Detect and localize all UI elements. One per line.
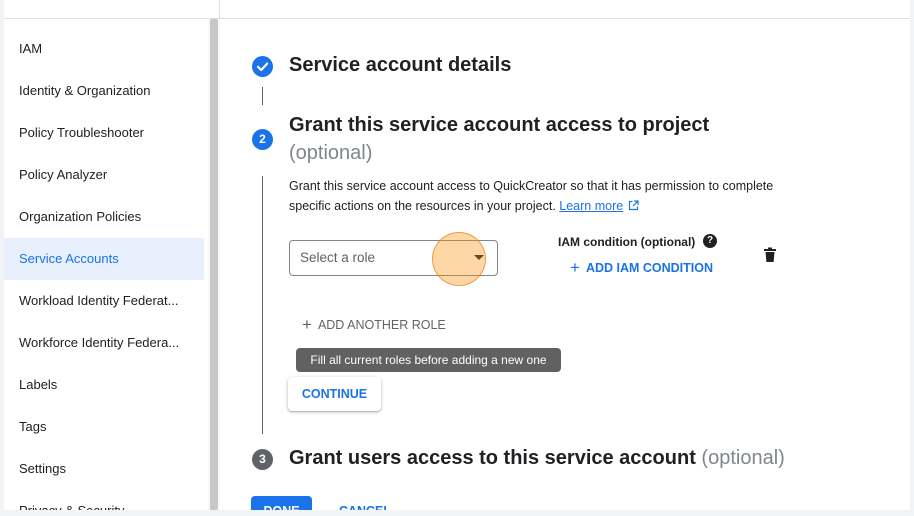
step-complete-check-icon — [252, 56, 273, 77]
learn-more-link[interactable]: Learn more — [559, 199, 623, 213]
sidebar-item-policy-troubleshooter[interactable]: Policy Troubleshooter — [4, 112, 204, 154]
done-button[interactable]: DONE — [251, 496, 312, 510]
sidebar-item-service-accounts[interactable]: Service Accounts — [4, 238, 204, 280]
sidebar-item-workload-identity-federation[interactable]: Workload Identity Federat... — [4, 280, 204, 322]
add-iam-condition-label: ADD IAM CONDITION — [585, 261, 714, 275]
learn-more-label[interactable]: Learn more — [559, 199, 623, 213]
sidebar-item-settings[interactable]: Settings — [4, 448, 204, 490]
step3-title-text: Grant users access to this service accou… — [289, 447, 696, 469]
step2-description-text: Grant this service account access to Qui… — [289, 179, 774, 213]
continue-button[interactable]: CONTINUE — [288, 377, 381, 411]
step2-description: Grant this service account access to Qui… — [289, 176, 789, 216]
sidebar-item-iam[interactable]: IAM — [4, 28, 204, 70]
cloud-console-window: IAM Identity & Organization Policy Troub… — [4, 0, 910, 510]
step3-title[interactable]: Grant users access to this service accou… — [289, 447, 785, 470]
sidebar-item-tags[interactable]: Tags — [4, 406, 204, 448]
sidebar-scrollbar-thumb[interactable] — [210, 19, 218, 510]
iam-condition-label: IAM condition (optional) — [558, 235, 696, 249]
step2-optional-label: (optional) — [289, 142, 373, 164]
add-iam-condition-button[interactable]: + ADD IAM CONDITION — [570, 258, 713, 278]
iam-sidebar: IAM Identity & Organization Policy Troub… — [4, 19, 208, 510]
trash-icon[interactable] — [763, 247, 777, 263]
step3-number-badge: 3 — [252, 449, 273, 470]
plus-icon: + — [570, 258, 580, 277]
role-select-placeholder: Select a role — [300, 250, 376, 265]
add-another-role-button[interactable]: + ADD ANOTHER ROLE — [302, 315, 446, 335]
step-connector — [262, 176, 263, 434]
step3-optional-label: (optional) — [701, 447, 785, 469]
create-service-account-form: Service account details 2 Grant this ser… — [220, 19, 910, 510]
step1-title[interactable]: Service account details — [289, 54, 511, 77]
step2-title: Grant this service account access to pro… — [289, 114, 710, 136]
top-bar-divider — [219, 0, 220, 18]
sidebar-item-labels[interactable]: Labels — [4, 364, 204, 406]
top-bar — [4, 0, 910, 19]
sidebar-item-policy-analyzer[interactable]: Policy Analyzer — [4, 154, 204, 196]
step-connector — [262, 87, 263, 105]
step2-number-badge: 2 — [252, 129, 273, 150]
click-highlight-indicator — [432, 232, 486, 286]
sidebar-item-organization-policies[interactable]: Organization Policies — [4, 196, 204, 238]
plus-icon: + — [302, 315, 312, 334]
help-icon[interactable]: ? — [703, 234, 717, 248]
cancel-button[interactable]: CANCEL — [330, 496, 400, 510]
tooltip: Fill all current roles before adding a n… — [296, 348, 561, 372]
external-link-icon[interactable] — [628, 200, 639, 211]
sidebar-item-privacy-security[interactable]: Privacy & Security — [4, 490, 204, 510]
sidebar-item-identity-organization[interactable]: Identity & Organization — [4, 70, 204, 112]
sidebar-item-workforce-identity-federation[interactable]: Workforce Identity Federa... — [4, 322, 204, 364]
add-another-role-label: ADD ANOTHER ROLE — [317, 318, 446, 332]
